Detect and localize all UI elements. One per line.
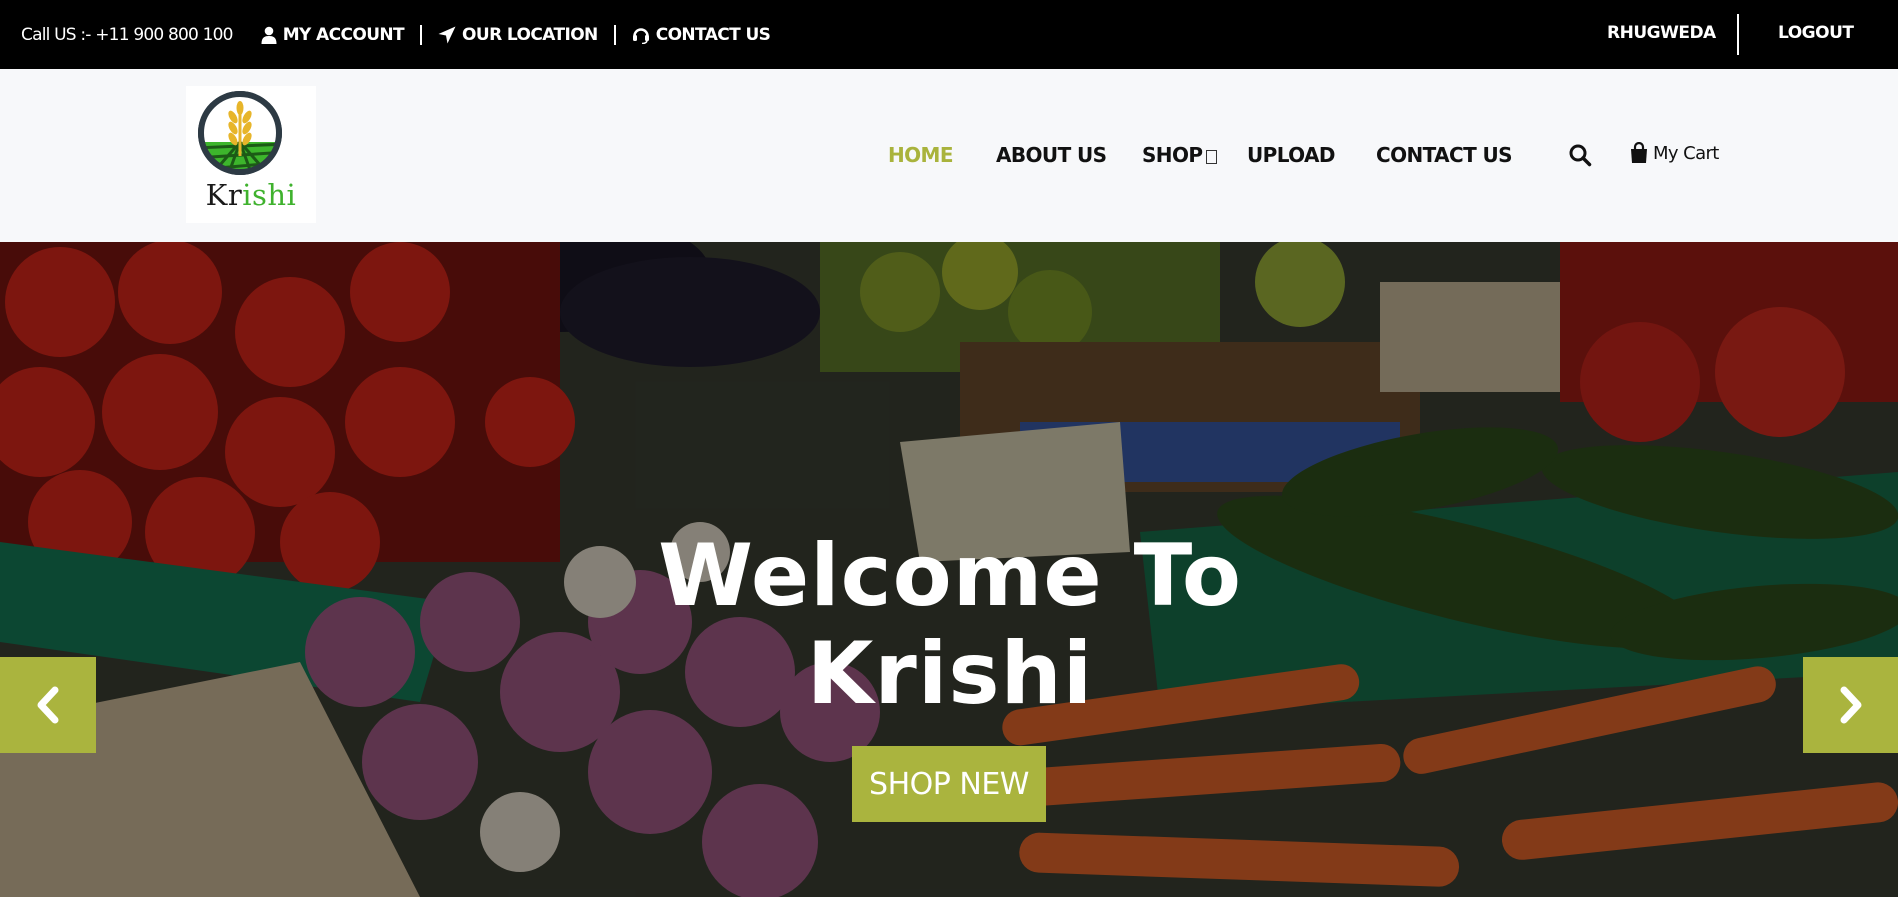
wheat-emblem-icon [198,91,282,175]
hero-title-line-2: Krishi [806,624,1094,724]
nav-contact-us[interactable]: CONTACT US [1376,143,1513,167]
chevron-right-icon [1840,686,1862,724]
logout-link[interactable]: LOGOUT [1778,23,1854,43]
nav-upload[interactable]: UPLOAD [1247,143,1335,167]
hero-title: Welcome To Krishi [560,527,1340,723]
hero-slider: Welcome To Krishi SHOP NEW [0,242,1898,897]
headset-icon [632,27,649,44]
divider [613,24,616,45]
nav-home[interactable]: HOME [888,143,954,167]
my-cart-link[interactable]: My Cart [1630,142,1719,164]
my-account-link[interactable]: MY ACCOUNT [261,24,405,45]
logo-text: Krishi [205,178,297,212]
shop-new-button[interactable]: SHOP NEW [852,746,1046,822]
top-bar-left: Call US :- +11 900 800 100 MY ACCOUNT OU… [21,0,771,69]
hero-title-line-1: Welcome To [658,526,1242,626]
our-location-label: OUR LOCATION [462,24,598,45]
site-logo[interactable]: Krishi [186,86,316,223]
slider-next-button[interactable] [1803,657,1898,753]
location-arrow-icon [438,26,456,43]
shopping-bag-icon [1631,142,1647,163]
phone-number: Call US :- +11 900 800 100 [21,24,233,45]
username-link[interactable]: RHUGWEDA [1607,23,1716,43]
caret-down-icon[interactable] [1206,150,1217,164]
divider [420,24,423,45]
divider [1737,14,1739,55]
main-header: Krishi HOME ABOUT US SHOP UPLOAD CONTACT… [0,69,1898,242]
my-cart-label: My Cart [1653,142,1719,164]
contact-us-link[interactable]: CONTACT US [632,25,771,45]
nav-shop[interactable]: SHOP [1142,143,1203,167]
user-icon [261,26,277,44]
my-account-label: MY ACCOUNT [282,24,405,45]
slider-prev-button[interactable] [0,657,96,753]
nav-about-us[interactable]: ABOUT US [996,143,1107,167]
top-bar: Call US :- +11 900 800 100 MY ACCOUNT OU… [0,0,1898,69]
our-location-link[interactable]: OUR LOCATION [438,25,598,45]
contact-us-label: CONTACT US [655,24,771,45]
chevron-left-icon [37,686,59,724]
search-icon[interactable] [1568,143,1592,167]
